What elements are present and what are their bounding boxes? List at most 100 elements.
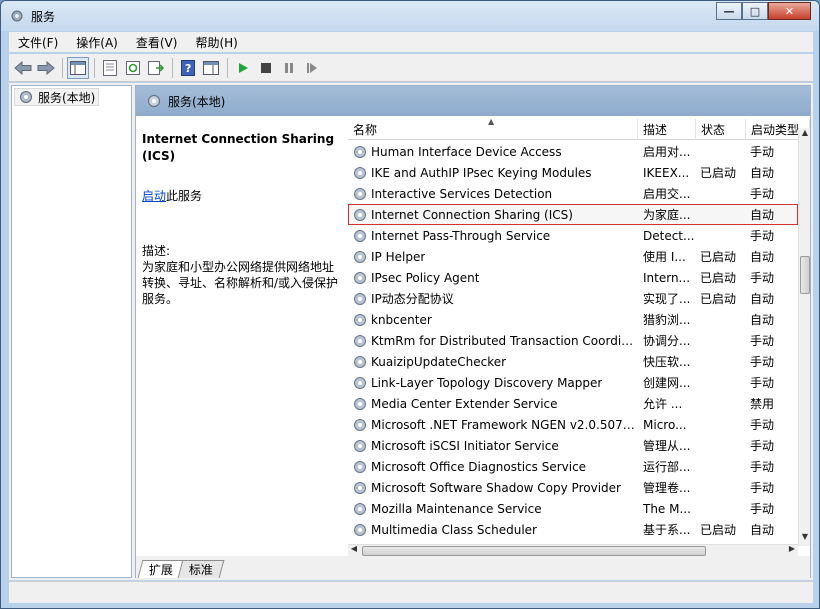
column-header-name[interactable]: ▲ 名称 (348, 119, 638, 140)
pause-icon (285, 62, 293, 73)
table-row[interactable]: IP动态分配协议 实现了... 已启动 自动 (348, 288, 798, 309)
close-icon: ✕ (784, 4, 795, 18)
table-row[interactable]: Microsoft iSCSI Initiator Service 管理从...… (348, 435, 798, 456)
selected-service-title: Internet Connection Sharing (ICS) (142, 132, 335, 163)
pane-header: 服务(本地) (136, 86, 810, 116)
service-name-cell: Microsoft Software Shadow Copy Provider (348, 480, 638, 496)
service-name: Microsoft iSCSI Initiator Service (371, 438, 559, 453)
service-gear-icon (354, 376, 366, 389)
export-list-button[interactable] (145, 57, 167, 79)
table-row[interactable]: IKE and AuthIP IPsec Keying Modules IKEE… (348, 162, 798, 183)
menu-help[interactable]: 帮助(H) (186, 34, 246, 51)
table-row[interactable]: Internet Connection Sharing (ICS) 为家庭...… (348, 204, 798, 225)
service-gear-icon (354, 229, 366, 242)
menu-view[interactable]: 查看(V) (127, 34, 187, 51)
table-row[interactable]: Interactive Services Detection 启用交... 手动 (348, 183, 798, 204)
scroll-up-icon[interactable]: ▲ (799, 128, 811, 142)
table-row[interactable]: Link-Layer Topology Discovery Mapper 创建网… (348, 372, 798, 393)
table-row[interactable]: Microsoft Office Diagnostics Service 运行部… (348, 456, 798, 477)
forward-arrow-icon (37, 60, 55, 75)
tree-item-label: 服务(本地) (38, 90, 96, 105)
menu-file[interactable]: 文件(F) (9, 34, 67, 51)
table-row[interactable]: Mozilla Maintenance Service The M... 手动 (348, 498, 798, 519)
service-startup-type: 禁用 (750, 397, 775, 411)
service-name: IPsec Policy Agent (371, 270, 480, 285)
service-name-cell: Internet Connection Sharing (ICS) (348, 207, 638, 223)
vertical-scroll-thumb[interactable] (800, 256, 810, 294)
table-row[interactable]: IP Helper 使用 I... 已启动 自动 (348, 246, 798, 267)
service-name-cell: KuaizipUpdateChecker (348, 354, 638, 370)
menu-action[interactable]: 操作(A) (67, 34, 127, 51)
back-button[interactable] (12, 57, 34, 79)
service-gear-icon (354, 292, 366, 305)
service-startup-type: 自动 (750, 523, 775, 537)
service-description: 协调分... (643, 334, 691, 348)
stop-service-button[interactable] (255, 57, 277, 79)
tab-standard[interactable]: 标准 (177, 560, 225, 578)
vertical-scrollbar[interactable]: ▲ ▼ (798, 128, 810, 546)
properties-button[interactable] (99, 57, 121, 79)
services-gear-icon (20, 91, 32, 103)
start-service-button[interactable] (232, 57, 254, 79)
horizontal-scrollbar[interactable]: ◀ ▶ (348, 544, 798, 556)
pause-service-button[interactable] (278, 57, 300, 79)
help-button[interactable]: ? (177, 57, 199, 79)
table-row[interactable]: knbcenter 猎豹浏... 自动 (348, 309, 798, 330)
title-bar[interactable]: 服务 — □ ✕ (1, 1, 819, 31)
table-row[interactable]: IPsec Policy Agent Intern... 已启动 手动 (348, 267, 798, 288)
tree-item-services-local[interactable]: 服务(本地) (14, 88, 100, 106)
service-name-cell: Human Interface Device Access (348, 144, 638, 160)
table-row[interactable]: Multimedia Class Scheduler 基于系... 已启动 自动 (348, 519, 798, 540)
table-row[interactable]: Microsoft .NET Framework NGEN v2.0.5072.… (348, 414, 798, 435)
properties-icon (103, 59, 117, 76)
list-rows: Human Interface Device Access 启用对... 手动 … (348, 141, 798, 540)
service-gear-icon (354, 271, 366, 284)
minimize-button[interactable]: — (716, 2, 742, 20)
description-panel: Internet Connection Sharing (ICS) 启动此服务 … (136, 117, 346, 555)
menu-bar: 文件(F) 操作(A) 查看(V) 帮助(H) (9, 32, 813, 52)
maximize-button[interactable]: □ (742, 2, 768, 20)
restart-service-button[interactable] (301, 57, 323, 79)
refresh-button[interactable] (122, 57, 144, 79)
service-name-cell: IPsec Policy Agent (348, 270, 638, 286)
scroll-left-icon[interactable]: ◀ (348, 544, 360, 556)
service-description: 启用交... (643, 187, 691, 201)
table-row[interactable]: Microsoft Software Shadow Copy Provider … (348, 477, 798, 498)
column-header-description[interactable]: 描述 (638, 119, 696, 140)
service-startup-type: 手动 (750, 271, 775, 285)
table-row[interactable]: KuaizipUpdateChecker 快压软... 手动 (348, 351, 798, 372)
service-status: 已启动 (700, 292, 737, 306)
service-gear-icon (354, 481, 366, 494)
show-hide-console-tree-button[interactable] (67, 56, 89, 79)
table-row[interactable]: KtmRm for Distributed Transaction Coordi… (348, 330, 798, 351)
service-description: 基于系... (643, 523, 691, 537)
forward-button[interactable] (35, 57, 57, 79)
start-service-link[interactable]: 启动 (142, 189, 166, 203)
service-name-cell: IP Helper (348, 249, 638, 265)
service-name-cell: IP动态分配协议 (348, 290, 638, 307)
column-header-status[interactable]: 状态 (696, 119, 746, 140)
pane-header-title: 服务(本地) (168, 94, 226, 109)
service-name: Multimedia Class Scheduler (371, 522, 537, 537)
service-name-cell: Interactive Services Detection (348, 186, 638, 202)
table-row[interactable]: Media Center Extender Service 允许 ... 禁用 (348, 393, 798, 414)
window-title: 服务 (31, 10, 56, 24)
close-button[interactable]: ✕ (768, 2, 811, 20)
horizontal-scroll-thumb[interactable] (362, 546, 706, 556)
service-startup-type: 手动 (750, 334, 775, 348)
action-pane-icon (203, 60, 219, 75)
scroll-down-icon[interactable]: ▼ (799, 532, 811, 546)
toolbar-separator (227, 57, 228, 78)
view-tabs: 扩展 标准 (136, 556, 810, 578)
service-name-cell: Media Center Extender Service (348, 396, 638, 412)
service-action: 启动此服务 (142, 187, 340, 204)
column-header-name-label: 名称 (353, 123, 378, 137)
service-description: 为家庭... (643, 208, 691, 222)
action-pane-button[interactable] (200, 57, 222, 79)
service-gear-icon (354, 208, 366, 221)
service-name-cell: Multimedia Class Scheduler (348, 522, 638, 538)
service-gear-icon (354, 355, 366, 368)
table-row[interactable]: Human Interface Device Access 启用对... 手动 (348, 141, 798, 162)
scroll-right-icon[interactable]: ▶ (786, 544, 798, 556)
table-row[interactable]: Internet Pass-Through Service Detect... … (348, 225, 798, 246)
